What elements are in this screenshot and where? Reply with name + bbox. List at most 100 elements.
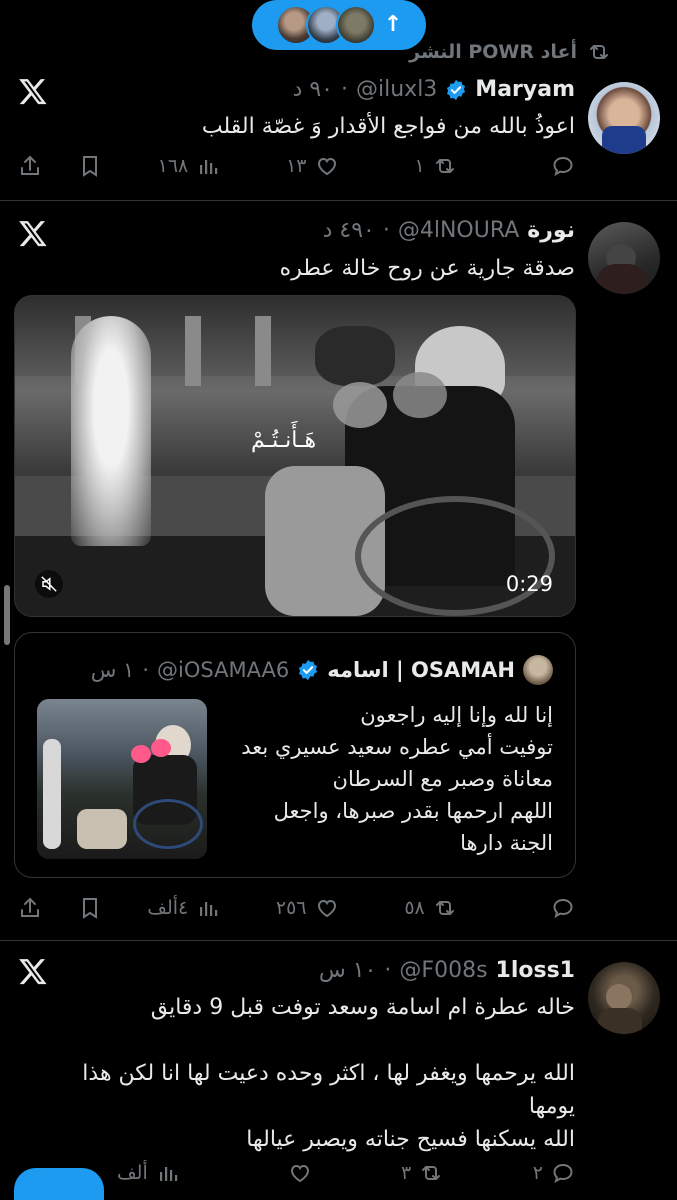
display-name[interactable]: 1loss1 (496, 958, 575, 983)
action-bar: ٥٨ ٢٥٦ ٤ألف (18, 893, 575, 923)
video-column (255, 316, 271, 386)
analytics-icon (159, 1167, 177, 1181)
video-duration: 0:29 (505, 572, 553, 596)
repost-context[interactable]: أعاد POWR النشر (409, 40, 611, 64)
thumb-wheelchair (133, 799, 203, 849)
post-text-line: يومها (528, 1094, 575, 1119)
share-icon[interactable] (18, 896, 42, 920)
video-fountain (71, 316, 151, 546)
like-button[interactable]: ١٣ (259, 154, 339, 178)
repost-icon (435, 901, 454, 915)
post-text-line: خاله عطرة ام اسامة وسعد توفت قبل 9 دقايق (150, 995, 575, 1020)
new-posts-pill[interactable]: ↑ (252, 0, 426, 50)
divider (0, 200, 677, 201)
view-count: ١٦٨ (157, 155, 189, 177)
speaker-muted-icon (41, 576, 57, 592)
analytics-icon (200, 160, 218, 174)
verified-badge-icon (447, 79, 466, 100)
reply-icon (553, 156, 573, 177)
avatar[interactable] (588, 222, 660, 294)
quoted-avatar (523, 655, 553, 685)
repost-icon (435, 159, 454, 173)
repost-button[interactable]: ٥٨ (377, 896, 457, 920)
arrow-up-icon: ↑ (383, 12, 403, 37)
timestamp[interactable]: ٤٩٠ د (323, 218, 375, 243)
video-tree (315, 326, 395, 386)
heart-sticker-icon (333, 382, 387, 428)
bookmark-icon[interactable] (78, 154, 102, 178)
view-count: ألف (117, 1162, 148, 1184)
post-text: اعوذُ بالله من فواجع الأقدار وَ غصّة الق… (201, 114, 575, 139)
views-button[interactable]: ٤ألف (140, 896, 220, 920)
display-name[interactable]: Maryam (475, 77, 575, 102)
divider (0, 940, 677, 941)
views-button[interactable]: ألف (100, 1161, 180, 1185)
video-player[interactable]: هَـأَنـتُـمْ 0:29 (14, 295, 576, 617)
x-logo-icon[interactable] (18, 218, 48, 248)
repost-button[interactable]: ٣ (363, 1161, 443, 1185)
heart-icon (290, 1164, 309, 1183)
mute-button[interactable] (35, 570, 63, 598)
repost-label: أعاد POWR النشر (409, 41, 577, 63)
quoted-text-line: اللهم ارحمها بقدر صبرها، واجعل (273, 799, 553, 823)
repost-button[interactable]: ١ (377, 154, 457, 178)
timestamp[interactable]: ١٠ س (319, 958, 377, 983)
video-column (185, 316, 201, 386)
video-overlay-text: هَـأَنـتُـمْ (251, 428, 317, 453)
display-name[interactable]: نورة (527, 218, 575, 243)
timestamp[interactable]: ٩٠ د (293, 77, 333, 102)
repost-icon (590, 45, 608, 59)
separator: · (142, 658, 150, 682)
like-count: ١٣ (286, 155, 307, 177)
post-text-line: الله يرحمها ويغفر لها ، اكثر وحده دعيت ل… (82, 1061, 575, 1086)
compose-fab[interactable] (14, 1168, 104, 1200)
bookmark-icon[interactable] (78, 896, 102, 920)
post-header: Maryam @iluxl3 · ٩٠ د (293, 77, 575, 102)
like-button[interactable] (232, 1161, 312, 1185)
avatar[interactable] (588, 82, 660, 154)
reply-count: ٢ (532, 1162, 543, 1184)
scrollbar-thumb[interactable] (4, 585, 10, 645)
post-text: صدقة جارية عن روح خالة عطره (279, 256, 575, 281)
like-button[interactable]: ٢٥٦ (259, 896, 339, 920)
separator: · (382, 218, 390, 243)
video-frame: هَـأَنـتُـمْ (15, 296, 575, 616)
quoted-text-line: إنا لله وإنا إليه راجعون (360, 703, 553, 727)
heart-icon (317, 157, 336, 176)
avatar-figure (598, 1008, 642, 1034)
quoted-post-header: OSAMAH | اسامه @iOSAMAA6 · ١ س (91, 655, 553, 685)
quoted-text-line: الجنة دارها (460, 831, 553, 855)
x-logo-icon[interactable] (18, 76, 48, 106)
x-logo-icon[interactable] (18, 956, 48, 986)
views-button[interactable]: ١٦٨ (140, 154, 220, 178)
repost-count: ٥٨ (404, 897, 425, 919)
share-icon[interactable] (18, 154, 42, 178)
secondary-actions (18, 896, 102, 920)
repost-icon (422, 1166, 441, 1180)
heart-icon (317, 899, 336, 918)
heart-sticker-icon (131, 745, 151, 763)
handle[interactable]: @F008s (399, 958, 487, 983)
quoted-post[interactable]: OSAMAH | اسامه @iOSAMAA6 · ١ س إنا لله و… (14, 632, 576, 878)
quoted-timestamp: ١ س (90, 658, 135, 682)
thumb-blanket (77, 809, 127, 849)
post-header: 1loss1 @F008s · ١٠ س (319, 958, 575, 983)
handle[interactable]: @iluxl3 (356, 77, 437, 102)
reply-button[interactable] (495, 154, 575, 178)
quoted-display-name: OSAMAH | اسامه (327, 658, 515, 682)
quoted-handle: @iOSAMAA6 (157, 658, 290, 682)
handle[interactable]: @4lNOURA (398, 218, 519, 243)
reply-button[interactable] (495, 896, 575, 920)
quoted-text: إنا لله وإنا إليه راجعون توفيت أمي عطره … (213, 699, 553, 859)
heart-sticker-icon (393, 372, 447, 418)
secondary-actions (18, 154, 102, 178)
repost-count: ٣ (401, 1162, 412, 1184)
avatar[interactable] (588, 962, 660, 1034)
quoted-text-line: توفيت أمي عطره سعيد عسيري بعد (241, 735, 553, 759)
quoted-media-thumbnail[interactable] (37, 699, 207, 859)
repost-count: ١ (414, 155, 425, 177)
separator: · (341, 77, 348, 102)
reply-icon (553, 1163, 573, 1184)
reply-button[interactable]: ٢ (495, 1161, 575, 1185)
analytics-icon (200, 902, 218, 916)
